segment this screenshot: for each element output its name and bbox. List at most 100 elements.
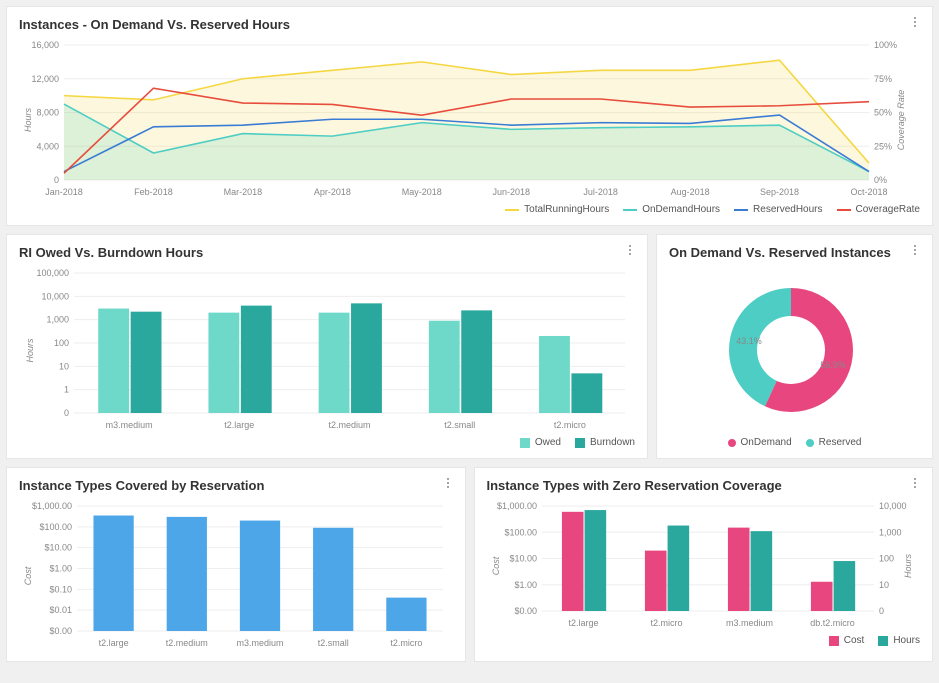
svg-text:1,000: 1,000 (879, 527, 902, 537)
legend-item[interactable]: OnDemand (728, 437, 792, 448)
svg-text:$100.00: $100.00 (39, 522, 72, 532)
svg-text:$1.00: $1.00 (49, 564, 72, 574)
svg-text:Coverage Rate: Coverage Rate (896, 90, 906, 151)
svg-text:t2.medium: t2.medium (328, 420, 370, 430)
svg-text:Aug-2018: Aug-2018 (671, 187, 710, 197)
svg-text:Hours: Hours (903, 554, 913, 579)
svg-text:10: 10 (879, 580, 889, 590)
donut-chart-instances: 56.9% 43.1% (669, 268, 914, 433)
svg-text:t2.large: t2.large (99, 638, 129, 648)
panel-types-covered: Instance Types Covered by Reservation $0… (6, 467, 466, 662)
kebab-menu-icon[interactable] (623, 245, 637, 255)
svg-text:Apr-2018: Apr-2018 (314, 187, 351, 197)
legend-item[interactable]: Reserved (806, 437, 862, 448)
svg-text:10: 10 (59, 361, 69, 371)
chart-legend: TotalRunningHours OnDemandHours Reserved… (19, 204, 920, 215)
svg-text:56.9%: 56.9% (820, 360, 846, 370)
svg-text:t2.small: t2.small (444, 420, 475, 430)
legend-item[interactable]: Cost (829, 635, 865, 646)
svg-text:8,000: 8,000 (36, 108, 59, 118)
svg-text:m3.medium: m3.medium (106, 420, 153, 430)
kebab-menu-icon[interactable] (908, 478, 922, 488)
kebab-menu-icon[interactable] (441, 478, 455, 488)
svg-text:10,000: 10,000 (41, 291, 69, 301)
svg-text:Cost: Cost (23, 566, 33, 585)
chart-legend: OnDemand Reserved (669, 437, 920, 448)
svg-text:25%: 25% (874, 141, 892, 151)
svg-text:100: 100 (879, 554, 894, 564)
svg-text:$100.00: $100.00 (504, 527, 537, 537)
kebab-menu-icon[interactable] (908, 245, 922, 255)
legend-label: Reserved (819, 437, 862, 448)
svg-text:Jun-2018: Jun-2018 (492, 187, 530, 197)
legend-label: Hours (893, 635, 920, 646)
svg-text:m3.medium: m3.medium (236, 638, 283, 648)
svg-text:May-2018: May-2018 (402, 187, 442, 197)
legend-label: OnDemandHours (642, 204, 720, 215)
legend-item[interactable]: ReservedHours (734, 204, 822, 215)
svg-text:$10.00: $10.00 (44, 543, 72, 553)
legend-item[interactable]: OnDemandHours (623, 204, 720, 215)
legend-label: CoverageRate (856, 204, 920, 215)
panel-title: On Demand Vs. Reserved Instances (669, 245, 920, 260)
svg-text:50%: 50% (874, 108, 892, 118)
svg-text:Hours: Hours (25, 338, 35, 363)
svg-text:Jul-2018: Jul-2018 (583, 187, 618, 197)
svg-text:0: 0 (879, 606, 884, 616)
svg-text:t2.large: t2.large (568, 618, 598, 628)
svg-text:t2.micro: t2.micro (554, 420, 586, 430)
legend-item[interactable]: Burndown (575, 437, 635, 448)
svg-text:$1,000.00: $1,000.00 (496, 501, 536, 511)
legend-item[interactable]: TotalRunningHours (505, 204, 609, 215)
svg-text:m3.medium: m3.medium (725, 618, 772, 628)
svg-text:$0.00: $0.00 (514, 606, 537, 616)
svg-text:t2.small: t2.small (318, 638, 349, 648)
line-chart-instances-hours: 04,0008,00012,00016,0000%25%50%75%100%Ja… (19, 40, 914, 200)
svg-text:Cost: Cost (491, 556, 501, 575)
legend-label: OnDemand (741, 437, 792, 448)
svg-text:Jan-2018: Jan-2018 (45, 187, 83, 197)
svg-text:1: 1 (64, 385, 69, 395)
bar-chart-zero-coverage: $0.00 $1.00 $10.00 $100.00 $1,000.00 0 10 100 1,… (487, 501, 919, 631)
svg-text:$0.10: $0.10 (49, 584, 72, 594)
legend-item[interactable]: CoverageRate (837, 204, 920, 215)
svg-text:75%: 75% (874, 74, 892, 84)
kebab-menu-icon[interactable] (908, 17, 922, 27)
svg-text:$10.00: $10.00 (509, 554, 537, 564)
svg-text:0%: 0% (874, 175, 887, 185)
svg-text:t2.micro: t2.micro (650, 618, 682, 628)
svg-text:1,000: 1,000 (46, 315, 69, 325)
legend-label: Owed (535, 437, 561, 448)
svg-text:$1.00: $1.00 (514, 580, 537, 590)
svg-text:12,000: 12,000 (31, 74, 59, 84)
legend-item[interactable]: Hours (878, 635, 920, 646)
svg-text:Feb-2018: Feb-2018 (134, 187, 173, 197)
bar-chart-ri-owed: 01101001,00010,000100,000m3.mediumt2.lar… (19, 268, 635, 433)
svg-text:t2.medium: t2.medium (166, 638, 208, 648)
chart-legend: Cost Hours (487, 635, 921, 646)
svg-text:$0.01: $0.01 (49, 605, 72, 615)
panel-instances-hours: Instances - On Demand Vs. Reserved Hours… (6, 6, 933, 226)
svg-text:$0.00: $0.00 (49, 626, 72, 636)
bar-chart-covered: $0.00 $0.01 $0.10 $1.00 $10.00 $100.00 $1,000.… (19, 501, 451, 651)
panel-ri-owed-burndown: RI Owed Vs. Burndown Hours 01101001,0001… (6, 234, 648, 459)
svg-text:Sep-2018: Sep-2018 (760, 187, 799, 197)
panel-title: RI Owed Vs. Burndown Hours (19, 245, 635, 260)
svg-text:43.1%: 43.1% (736, 336, 762, 346)
legend-label: ReservedHours (753, 204, 822, 215)
panel-ondemand-reserved-instances: On Demand Vs. Reserved Instances 56.9% 43… (656, 234, 933, 459)
chart-legend: Owed Burndown (19, 437, 635, 448)
panel-types-zero-coverage: Instance Types with Zero Reservation Cov… (474, 467, 934, 662)
panel-title: Instance Types with Zero Reservation Cov… (487, 478, 921, 493)
svg-text:t2.large: t2.large (224, 420, 254, 430)
svg-text:100: 100 (54, 338, 69, 348)
svg-text:db.t2.micro: db.t2.micro (810, 618, 855, 628)
svg-text:10,000: 10,000 (879, 501, 907, 511)
svg-text:Hours: Hours (23, 108, 33, 133)
panel-title: Instances - On Demand Vs. Reserved Hours (19, 17, 920, 32)
legend-item[interactable]: Owed (520, 437, 561, 448)
svg-text:Mar-2018: Mar-2018 (224, 187, 263, 197)
svg-text:100,000: 100,000 (36, 268, 69, 278)
panel-title: Instance Types Covered by Reservation (19, 478, 453, 493)
svg-text:$1,000.00: $1,000.00 (32, 501, 72, 511)
